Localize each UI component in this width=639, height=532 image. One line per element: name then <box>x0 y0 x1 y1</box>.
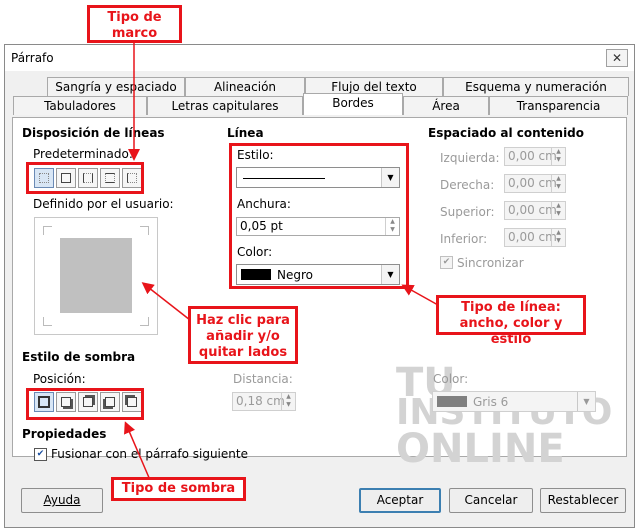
arrow-click-sides <box>141 282 191 321</box>
annotation-arrows <box>124 43 439 481</box>
frame-type-callout: Tipo de marco <box>87 5 182 43</box>
line-type-callout: Tipo de línea: ancho, color y estilo <box>436 295 586 347</box>
arrow-shadow-type <box>124 421 151 481</box>
click-sides-callout: Haz clic para añadir y/o quitar lados <box>188 306 298 364</box>
arrow-line-type <box>401 284 439 306</box>
shadow-type-callout: Tipo de sombra <box>111 477 246 501</box>
